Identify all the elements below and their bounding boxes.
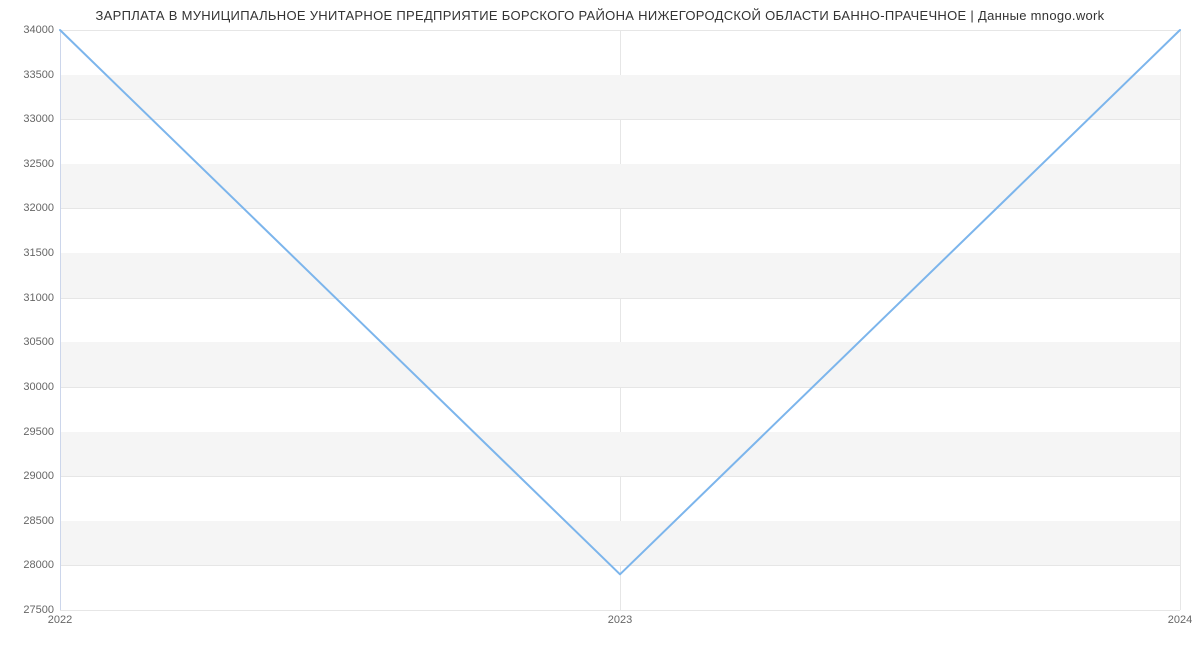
line-series: [60, 30, 1180, 610]
y-tick-label: 30500: [23, 336, 54, 348]
y-tick-label: 33500: [23, 69, 54, 81]
y-tick-label: 30000: [23, 381, 54, 393]
y-tick-label: 32500: [23, 158, 54, 170]
y-tick-label: 31000: [23, 292, 54, 304]
chart-container: ЗАРПЛАТА В МУНИЦИПАЛЬНОЕ УНИТАРНОЕ ПРЕДП…: [0, 0, 1200, 650]
y-tick-label: 31500: [23, 247, 54, 259]
x-tick-label: 2023: [608, 614, 632, 626]
x-tick-label: 2022: [48, 614, 72, 626]
x-tick-label: 2024: [1168, 614, 1192, 626]
y-tick-label: 34000: [23, 24, 54, 36]
x-gridline: [1180, 30, 1181, 610]
y-tick-label: 29500: [23, 426, 54, 438]
y-tick-label: 28500: [23, 515, 54, 527]
y-tick-label: 28000: [23, 559, 54, 571]
y-tick-label: 33000: [23, 113, 54, 125]
y-tick-label: 32000: [23, 202, 54, 214]
y-gridline: [60, 610, 1180, 611]
plot-area: [60, 30, 1180, 610]
chart-title: ЗАРПЛАТА В МУНИЦИПАЛЬНОЕ УНИТАРНОЕ ПРЕДП…: [0, 8, 1200, 23]
y-tick-label: 29000: [23, 470, 54, 482]
